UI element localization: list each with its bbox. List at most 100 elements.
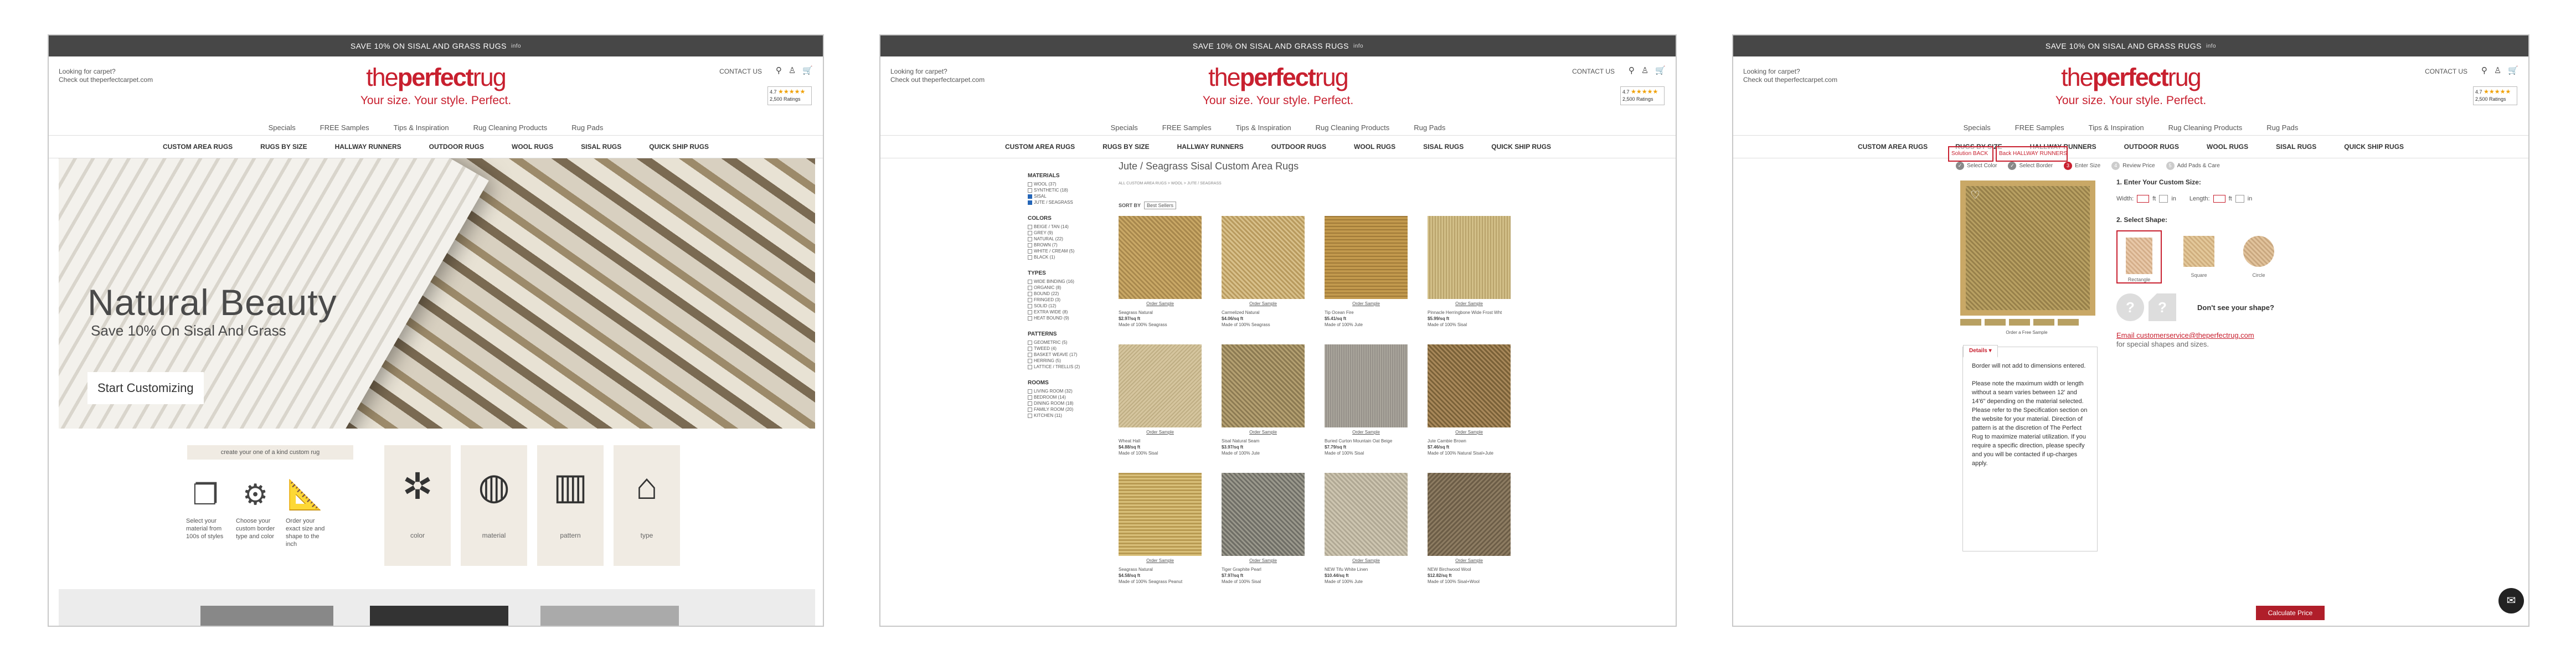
chat-icon[interactable]: ✉ [2498, 588, 2524, 613]
wizard-step[interactable]: 4 Review Price [2111, 162, 2155, 170]
filter-checkbox[interactable] [1028, 243, 1032, 248]
order-sample-link[interactable]: Order Sample [1325, 430, 1408, 435]
thumbnail[interactable] [1985, 319, 2006, 326]
shop-tile-type[interactable]: ⌂ type [614, 445, 680, 566]
filter-checkbox[interactable] [1028, 285, 1032, 290]
promo-bar[interactable]: SAVE 10% ON SISAL AND GRASS RUGS info [49, 35, 823, 56]
site-logo[interactable]: theperfectrug [49, 63, 823, 92]
hero-banner[interactable]: Natural Beauty Save 10% On Sisal And Gra… [59, 158, 815, 429]
filter-option[interactable]: KITCHEN (11) [1028, 412, 1094, 419]
filter-checkbox[interactable] [1028, 346, 1032, 351]
contact-us-link[interactable]: CONTACT US [719, 68, 762, 75]
product-image[interactable] [1222, 344, 1305, 427]
wizard-step[interactable]: ✓ Select Color [1956, 162, 1997, 170]
filter-option[interactable]: WIDE BINDING (16) [1028, 279, 1094, 285]
thumbnail[interactable] [2009, 319, 2030, 326]
filter-checkbox[interactable] [1028, 182, 1032, 187]
filter-checkbox[interactable] [1028, 413, 1032, 418]
submenu-item[interactable]: FREE Samples [1162, 123, 1212, 132]
product-image[interactable] [1119, 473, 1202, 556]
shape-circle[interactable]: Circle [2236, 230, 2281, 283]
heart-icon[interactable]: ♡ [1970, 188, 1980, 202]
order-sample-link[interactable]: Order Sample [1119, 301, 1202, 306]
promo-info-link[interactable]: info [1353, 43, 1363, 49]
nav-item[interactable]: WOOL RUGS [2207, 143, 2248, 151]
calculate-price-button[interactable]: Calculate Price [2256, 606, 2325, 620]
filter-option[interactable]: LATTICE / TRELLIS (2) [1028, 364, 1094, 370]
submenu-item[interactable]: Rug Pads [2266, 123, 2298, 132]
promo-bar[interactable]: SAVE 10% ON SISAL AND GRASS RUGS info [880, 35, 1676, 56]
filter-checkbox[interactable] [1028, 236, 1032, 241]
submenu-item[interactable]: Tips & Inspiration [394, 123, 449, 132]
thumbnail[interactable] [2033, 319, 2054, 326]
submenu-item[interactable]: Rug Cleaning Products [1316, 123, 1390, 132]
submenu-item[interactable]: Specials [269, 123, 296, 132]
filter-option[interactable]: GREY (9) [1028, 230, 1094, 236]
product-card[interactable]: Order Sample Tip Ocean Fire $5.41/sq ft Mad… [1325, 216, 1408, 344]
filter-checkbox[interactable] [1028, 340, 1032, 345]
nav-item[interactable]: WOOL RUGS [1354, 143, 1395, 151]
promo-bar[interactable]: SAVE 10% ON SISAL AND GRASS RUGS info [1733, 35, 2528, 56]
nav-item[interactable]: SISAL RUGS [2276, 143, 2316, 151]
filter-option[interactable]: JUTE / SEAGRASS [1028, 199, 1094, 205]
nav-item[interactable]: RUGS BY SIZE [260, 143, 307, 151]
product-card[interactable]: Order Sample Jute Cambie Brown $7.46/sq ft… [1428, 344, 1511, 473]
filter-checkbox[interactable] [1028, 224, 1032, 229]
submenu-item[interactable]: Tips & Inspiration [1236, 123, 1291, 132]
reviews-badge[interactable]: 4.7 ★★★★★ 2,500 Ratings [2473, 86, 2517, 105]
filter-checkbox[interactable] [1028, 407, 1032, 412]
featured-image[interactable] [200, 606, 333, 626]
filter-option[interactable]: BEDROOM (14) [1028, 394, 1094, 400]
account-icon[interactable]: ♙ [789, 65, 796, 75]
breadcrumb[interactable]: ALL CUSTOM AREA RUGS > WOOL > JUTE / SEA… [1119, 182, 1222, 185]
product-card[interactable]: Order Sample Wheat Hall $4.88/sq ft Made of… [1119, 344, 1202, 473]
nav-item[interactable]: WOOL RUGS [512, 143, 553, 151]
search-icon[interactable]: ⚲ [1629, 65, 1635, 75]
submenu-item[interactable]: Rug Pads [571, 123, 603, 132]
submenu-item[interactable]: Rug Cleaning Products [2168, 123, 2243, 132]
order-sample-link[interactable]: Order Sample [1222, 301, 1305, 306]
contact-us-link[interactable]: CONTACT US [2425, 68, 2467, 75]
shop-tile-color[interactable]: ✲ color [384, 445, 451, 566]
filter-checkbox[interactable] [1028, 249, 1032, 254]
filter-option[interactable]: FRINGED (3) [1028, 297, 1094, 303]
product-image[interactable] [1325, 344, 1408, 427]
filter-checkbox[interactable] [1028, 395, 1032, 400]
wizard-step[interactable]: 3 Enter Size [2064, 162, 2100, 170]
filter-checkbox[interactable] [1028, 291, 1032, 296]
filter-option[interactable]: BROWN (7) [1028, 242, 1094, 248]
product-image[interactable] [1428, 473, 1511, 556]
reviews-badge[interactable]: 4.7 ★★★★★ 2,500 Ratings [1620, 86, 1665, 105]
nav-item[interactable]: RUGS BY SIZE [1102, 143, 1149, 151]
reviews-badge[interactable]: 4.7 ★★★★★ 2,500 Ratings [767, 86, 812, 105]
featured-image[interactable] [540, 606, 679, 626]
start-customizing-button[interactable]: Start Customizing [87, 372, 204, 404]
filter-option[interactable]: BLACK (1) [1028, 254, 1094, 260]
nav-item[interactable]: OUTDOOR RUGS [2124, 143, 2179, 151]
filter-checkbox[interactable] [1028, 358, 1032, 363]
length-in-input[interactable] [2235, 195, 2244, 203]
thumbnail[interactable] [1960, 319, 1981, 326]
search-icon[interactable]: ⚲ [776, 65, 782, 75]
product-card[interactable]: Order Sample NEW Tifu White Linen $10.44/s… [1325, 473, 1408, 601]
nav-item[interactable]: QUICK SHIP RUGS [649, 143, 709, 151]
filter-option[interactable]: SYNTHETIC (18) [1028, 187, 1094, 193]
order-sample-link[interactable]: Order Sample [1119, 558, 1202, 563]
cart-icon[interactable]: 🛒 [1655, 65, 1666, 75]
filter-checkbox[interactable] [1028, 200, 1032, 205]
filter-option[interactable]: SOLID (12) [1028, 303, 1094, 309]
order-sample-link[interactable]: Order Sample [1428, 430, 1511, 435]
nav-item[interactable]: SISAL RUGS [581, 143, 621, 151]
filter-option[interactable]: BASKET WEAVE (17) [1028, 352, 1094, 358]
details-tab[interactable]: Details ▾ [1963, 345, 1998, 358]
order-sample-link[interactable]: Order Sample [1325, 301, 1408, 306]
contact-us-link[interactable]: CONTACT US [1572, 68, 1615, 75]
shop-tile-pattern[interactable]: ▥ pattern [537, 445, 604, 566]
shape-rectangle[interactable]: Rectangle [2116, 230, 2162, 283]
product-card[interactable]: Order Sample NEW Birchwood Wool $12.82/sq … [1428, 473, 1511, 601]
promo-info-link[interactable]: info [2206, 43, 2216, 49]
filter-checkbox[interactable] [1028, 255, 1032, 260]
filter-option[interactable]: NATURAL (22) [1028, 236, 1094, 242]
filter-option[interactable]: BOUND (22) [1028, 291, 1094, 297]
submenu-item[interactable]: Specials [1964, 123, 1991, 132]
